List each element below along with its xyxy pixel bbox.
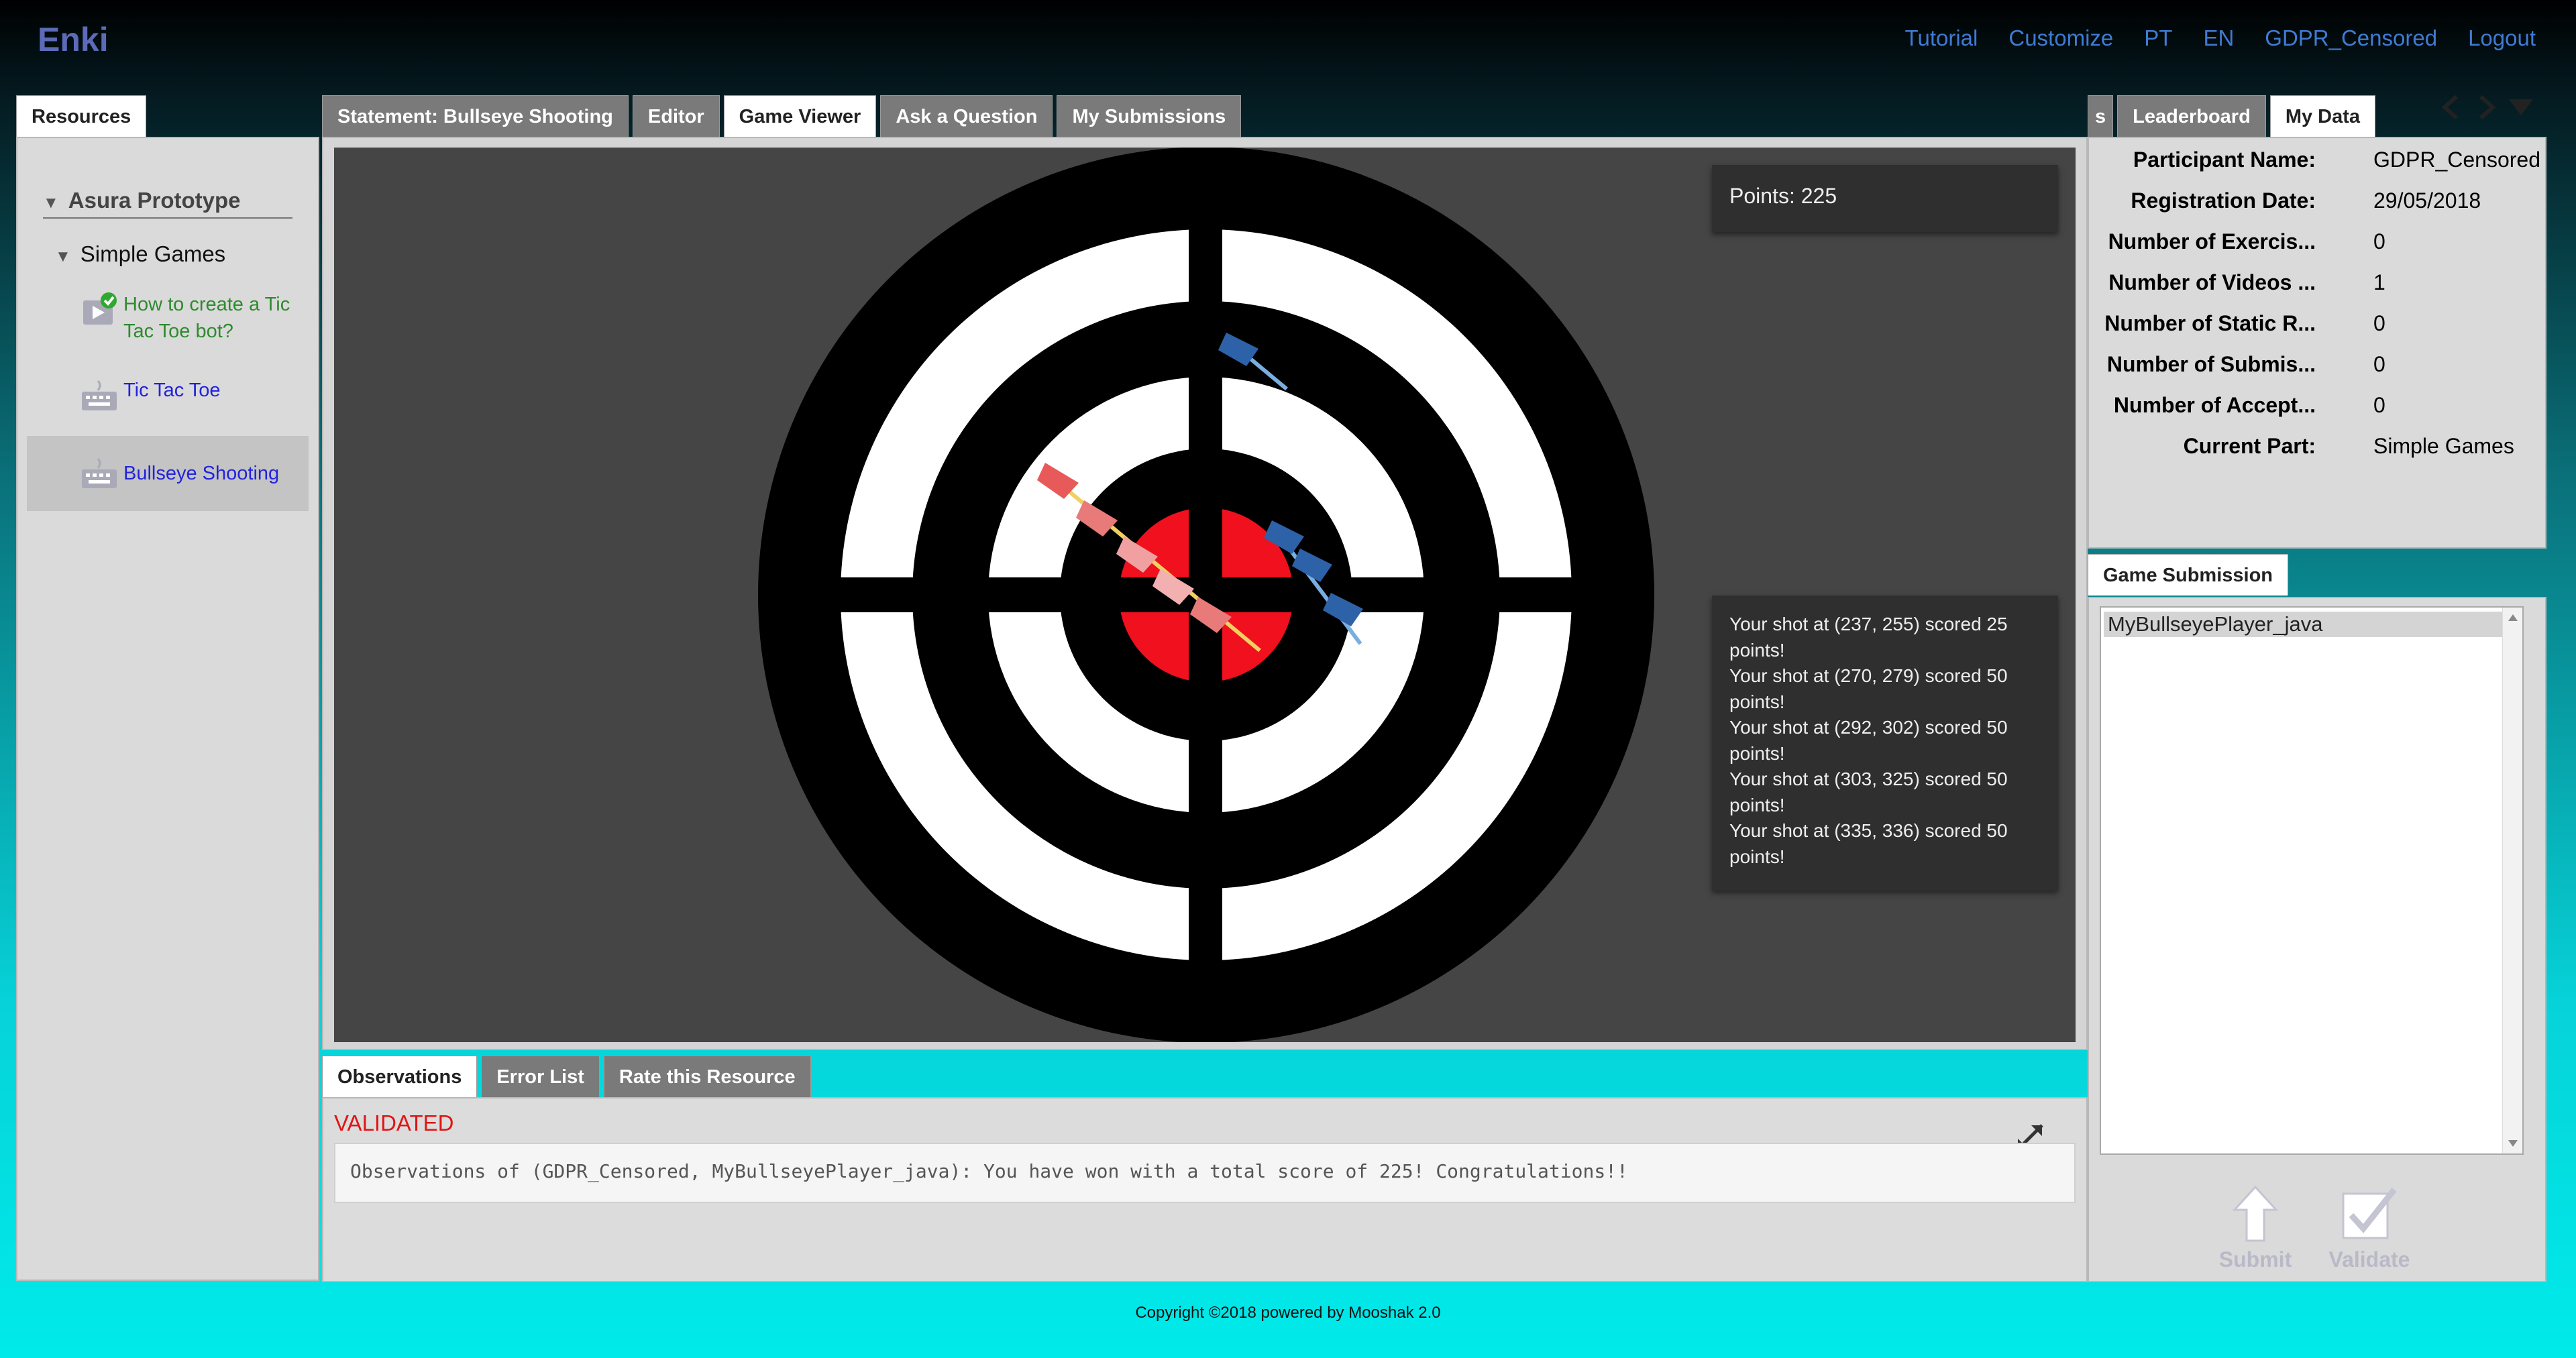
video-icon	[80, 291, 118, 329]
tab-observations[interactable]: Observations	[322, 1056, 478, 1097]
tree-root-label: Asura Prototype	[68, 188, 241, 213]
chevron-down-icon[interactable]	[2506, 93, 2536, 122]
data-value: GDPR_Censored	[2373, 148, 2540, 172]
language-en-link[interactable]: EN	[2203, 25, 2234, 51]
data-key: Number of Accept...	[2113, 393, 2316, 417]
bullseye-target	[758, 148, 1654, 1042]
data-key: Participant Name:	[2133, 148, 2316, 172]
top-bar: Enki Tutorial Customize PT EN GDPR_Censo…	[0, 0, 2576, 80]
customize-link[interactable]: Customize	[2008, 25, 2113, 51]
upload-arrow-icon	[2232, 1185, 2279, 1242]
submit-button[interactable]: Submit	[2208, 1185, 2302, 1272]
scroll-down-icon[interactable]	[2503, 1133, 2523, 1153]
scrollbar[interactable]	[2502, 608, 2522, 1153]
chevron-right-icon[interactable]	[2471, 93, 2501, 122]
scroll-up-icon[interactable]	[2503, 608, 2523, 628]
tutorial-link[interactable]: Tutorial	[1905, 25, 1978, 51]
data-value: Simple Games	[2373, 434, 2514, 458]
keyboard-icon	[80, 455, 118, 492]
tab-game-submission[interactable]: Game Submission	[2088, 554, 2289, 596]
data-row: Number of Static R... 0	[2089, 311, 2548, 345]
data-value: 0	[2373, 229, 2385, 253]
tree-root[interactable]: ▼ Asura Prototype	[43, 188, 292, 219]
data-key: Registration Date:	[2131, 188, 2316, 213]
game-submission-panel: MyBullseyePlayer_java Submit Validate	[2088, 597, 2546, 1282]
tab-resources[interactable]: Resources	[16, 95, 147, 137]
language-pt-link[interactable]: PT	[2144, 25, 2172, 51]
footer-copyright: Copyright ©2018 powered by Mooshak 2.0	[1135, 1304, 1441, 1322]
observations-panel: VALIDATED Observations of (GDPR_Censored…	[322, 1097, 2088, 1282]
data-row: Number of Videos ... 1	[2089, 270, 2548, 304]
tab-statement[interactable]: Statement: Bullseye Shooting	[322, 95, 629, 137]
data-key: Current Part:	[2183, 434, 2316, 458]
shot-log-entry: Your shot at (292, 302) scored 50 points…	[1729, 717, 2008, 764]
data-value: 29/05/2018	[2373, 188, 2481, 213]
resources-panel: ▼ Asura Prototype ▼ Simple Games How to cr…	[16, 137, 319, 1281]
center-tabbar: Statement: Bullseye Shooting Editor Game…	[322, 95, 1245, 137]
tab-truncated[interactable]: s	[2088, 95, 2114, 137]
shot-log: Your shot at (237, 255) scored 25 points…	[1712, 596, 2058, 891]
bottom-tabbar: Observations Error List Rate this Resour…	[322, 1056, 815, 1097]
shot-log-entry: Your shot at (335, 336) scored 50 points…	[1729, 820, 2008, 867]
submit-label: Submit	[2218, 1247, 2292, 1271]
top-nav: Tutorial Customize PT EN GDPR_Censored L…	[1905, 25, 2536, 51]
shot-log-entry: Your shot at (237, 255) scored 25 points…	[1729, 614, 2008, 661]
user-link[interactable]: GDPR_Censored	[2265, 25, 2437, 51]
data-value: 0	[2373, 352, 2385, 376]
data-row: Registration Date: 29/05/2018	[2089, 188, 2548, 222]
observations-text: Observations of (GDPR_Censored, MyBullse…	[334, 1143, 2076, 1203]
validate-label: Validate	[2328, 1247, 2410, 1271]
tab-editor[interactable]: Editor	[632, 95, 720, 137]
tab-ask-question[interactable]: Ask a Question	[880, 95, 1053, 137]
resource-item-video[interactable]: How to create a Tic Tac Toe bot?	[27, 291, 309, 345]
resource-label: Bullseye Shooting	[123, 463, 280, 484]
game-viewer-panel: Points: 225 Your shot at (237, 255) scor…	[322, 137, 2088, 1050]
data-value: 0	[2373, 393, 2385, 417]
resources-tabbar: Resources	[16, 95, 150, 137]
resource-item-bullseye[interactable]: Bullseye Shooting	[27, 436, 309, 511]
data-row: Current Part: Simple Games	[2089, 434, 2548, 467]
tab-my-data[interactable]: My Data	[2269, 95, 2376, 137]
data-row: Number of Submis... 0	[2089, 352, 2548, 386]
resource-item-tic-tac-toe[interactable]: Tic Tac Toe	[27, 377, 309, 414]
my-data-panel: Participant Name: GDPR_Censored Registrat…	[2088, 137, 2546, 549]
expand-triangle-icon[interactable]: ▼	[55, 247, 71, 266]
brand-logo[interactable]: Enki	[38, 20, 109, 59]
resource-label: How to create a Tic Tac Toe bot?	[123, 294, 290, 342]
tree-group[interactable]: ▼ Simple Games	[55, 241, 225, 267]
expand-triangle-icon[interactable]: ▼	[43, 194, 59, 213]
validate-button[interactable]: Validate	[2322, 1186, 2416, 1272]
validation-status: VALIDATED	[334, 1111, 454, 1135]
submission-list[interactable]: MyBullseyePlayer_java	[2100, 606, 2524, 1155]
points-display: Points: 225	[1712, 165, 2058, 232]
tab-game-viewer[interactable]: Game Viewer	[723, 95, 877, 137]
data-value: 0	[2373, 311, 2385, 335]
data-key: Number of Static R...	[2104, 311, 2316, 335]
right-tabbar: s Leaderboard My Data	[2088, 95, 2379, 137]
keyboard-icon	[80, 377, 118, 414]
shot-log-entry: Your shot at (303, 325) scored 50 points…	[1729, 769, 2008, 815]
chevron-left-icon[interactable]	[2436, 93, 2466, 122]
tab-scroll-controls	[2436, 93, 2536, 122]
data-value: 1	[2373, 270, 2385, 294]
data-row: Number of Exercis... 0	[2089, 229, 2548, 263]
data-row: Participant Name: GDPR_Censored	[2089, 148, 2548, 181]
tree-group-label: Simple Games	[80, 241, 226, 266]
resource-label: Tic Tac Toe	[123, 380, 221, 401]
checkbox-check-icon	[2342, 1188, 2397, 1239]
tab-my-submissions[interactable]: My Submissions	[1057, 95, 1242, 137]
logout-link[interactable]: Logout	[2468, 25, 2536, 51]
tab-leaderboard[interactable]: Leaderboard	[2117, 95, 2266, 137]
data-row: Number of Accept... 0	[2089, 393, 2548, 427]
game-canvas[interactable]: Points: 225 Your shot at (237, 255) scor…	[334, 148, 2076, 1042]
data-key: Number of Videos ...	[2108, 270, 2316, 294]
shot-log-entry: Your shot at (270, 279) scored 50 points…	[1729, 665, 2008, 712]
data-key: Number of Exercis...	[2108, 229, 2316, 253]
data-key: Number of Submis...	[2106, 352, 2316, 376]
tab-rate-resource[interactable]: Rate this Resource	[603, 1056, 811, 1097]
tab-error-list[interactable]: Error List	[481, 1056, 600, 1097]
submission-tabbar: Game Submission	[2088, 554, 2292, 596]
list-item[interactable]: MyBullseyePlayer_java	[2104, 612, 2506, 637]
